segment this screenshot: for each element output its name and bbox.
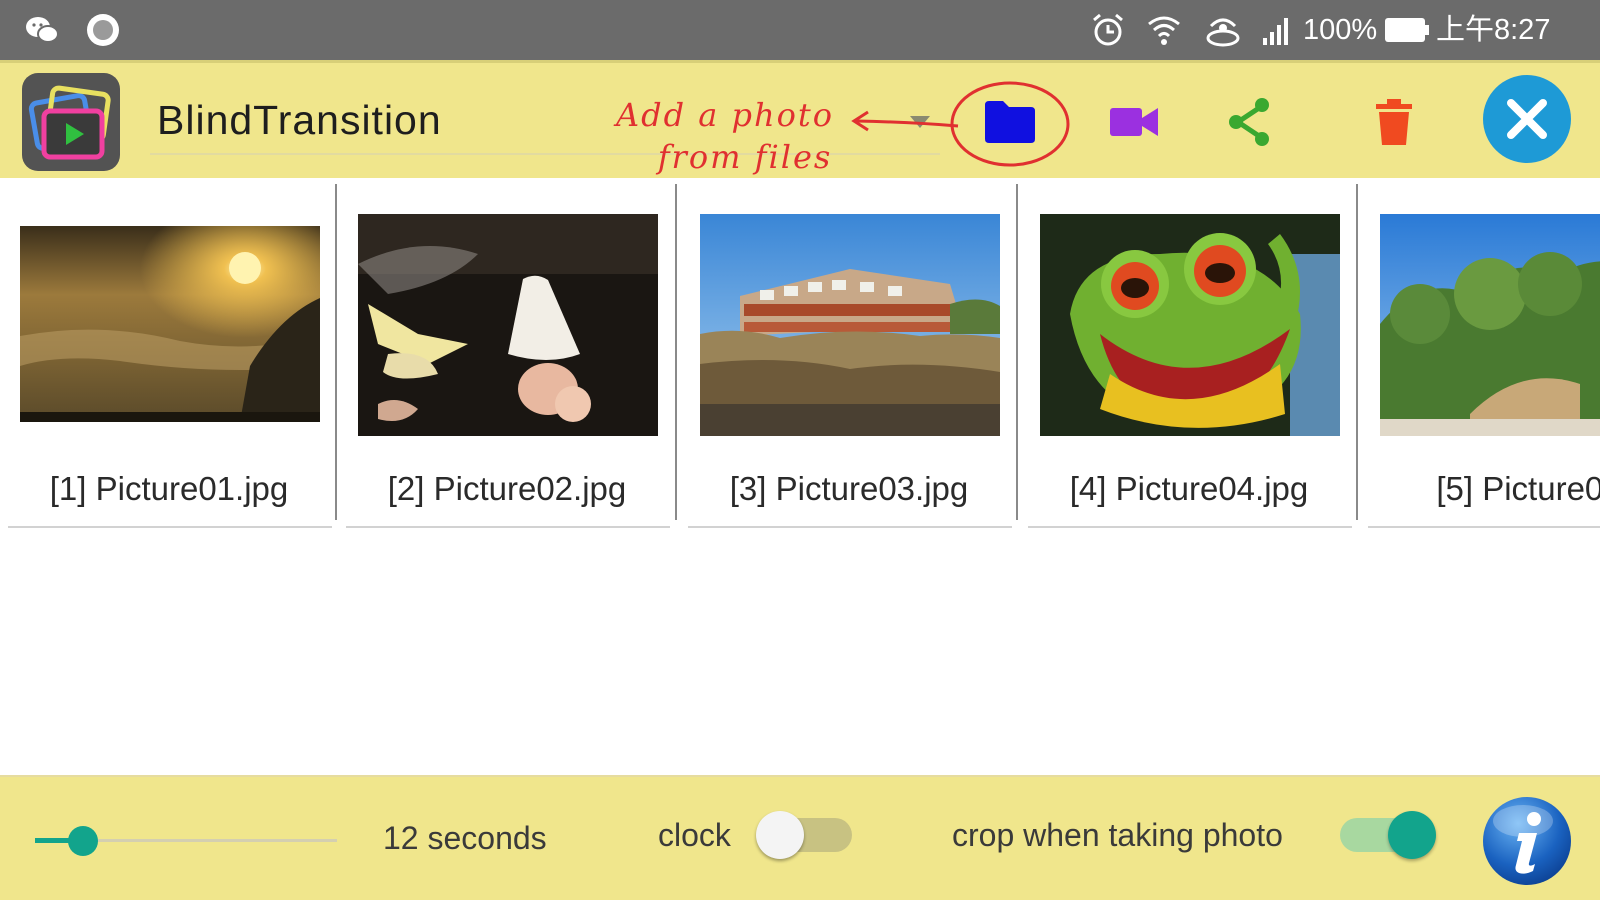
photo-caption: [4] Picture04.jpg	[1069, 470, 1309, 507]
alarm-icon	[1093, 13, 1123, 46]
photo-thumbnail	[20, 226, 320, 422]
share-icon	[1229, 98, 1269, 146]
info-icon	[1483, 797, 1571, 885]
crop-toggle-label: crop when taking photo	[952, 817, 1283, 853]
photo-caption: [5] Picture05	[1436, 470, 1600, 507]
record-icon	[87, 14, 119, 46]
annotation-line-1: Add a photo	[616, 96, 834, 134]
card-shadow	[8, 526, 332, 528]
photo-gallery: [1] Picture01.jpg [2] Picture02.jpg [3] …	[0, 178, 1600, 528]
photo-card[interactable]: [4] Picture04.jpg	[1024, 178, 1354, 528]
card-shadow	[346, 526, 670, 528]
photo-caption: [1] Picture01.jpg	[49, 470, 289, 507]
crop-toggle-thumb[interactable]	[1388, 811, 1436, 859]
photo-caption: [2] Picture02.jpg	[387, 470, 627, 507]
status-bar: 100% 上午8:27	[0, 0, 1600, 60]
trash-icon	[1376, 99, 1412, 145]
hotspot-icon	[1206, 18, 1240, 47]
card-divider	[1016, 184, 1018, 520]
clock-toggle-label: clock	[658, 817, 731, 853]
close-icon	[1507, 99, 1547, 139]
photo-caption: [3] Picture03.jpg	[729, 470, 969, 507]
share-button[interactable]	[1222, 94, 1278, 150]
annotation-text: Add a photo from files	[600, 94, 850, 178]
card-shadow	[688, 526, 1012, 528]
add-photo-from-files-button[interactable]	[980, 92, 1040, 152]
card-shadow	[1028, 526, 1352, 528]
photo-thumbnail	[1040, 214, 1340, 436]
signal-icon	[1263, 18, 1288, 45]
photo-card[interactable]: [3] Picture03.jpg	[684, 178, 1014, 528]
delete-button[interactable]	[1368, 94, 1420, 150]
card-shadow	[1368, 526, 1600, 528]
card-divider	[1356, 184, 1358, 520]
info-button[interactable]	[1481, 795, 1573, 887]
card-divider	[335, 184, 337, 520]
wechat-icon	[26, 17, 59, 43]
app-title: BlindTransition	[157, 97, 442, 143]
close-button[interactable]	[1483, 75, 1571, 163]
photo-card[interactable]: [5] Picture05	[1364, 178, 1600, 528]
clock-time: 上午8:27	[1436, 14, 1551, 46]
video-camera-icon	[1110, 108, 1158, 136]
duration-label: 12 seconds	[383, 820, 547, 856]
card-divider	[675, 184, 677, 520]
record-video-button[interactable]	[1104, 96, 1164, 148]
photo-thumbnail	[700, 214, 1000, 436]
wifi-icon	[1148, 16, 1180, 45]
battery-percent: 100%	[1303, 14, 1378, 46]
photo-thumbnail	[358, 214, 658, 436]
battery-icon	[1385, 18, 1429, 42]
photo-card[interactable]: [1] Picture01.jpg	[4, 178, 334, 528]
annotation-line-2: from files	[657, 138, 833, 176]
photo-card[interactable]: [2] Picture02.jpg	[342, 178, 672, 528]
annotation-arrow	[851, 110, 959, 132]
clock-toggle-thumb[interactable]	[756, 811, 804, 859]
folder-icon	[985, 101, 1035, 143]
photo-thumbnail	[1380, 214, 1600, 436]
app-logo	[22, 73, 120, 171]
